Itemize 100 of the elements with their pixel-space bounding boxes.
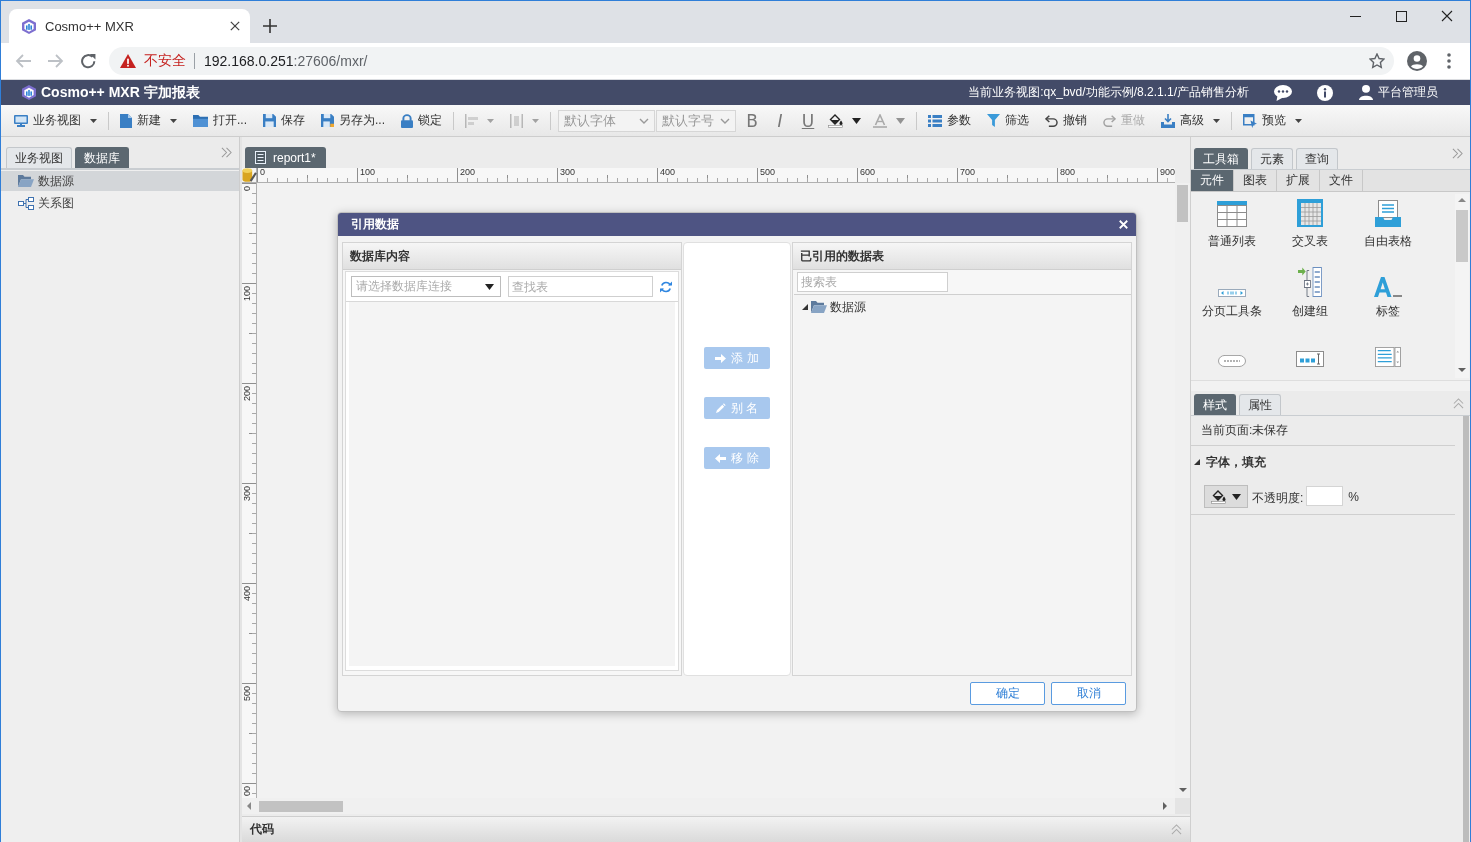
chevron-down-icon	[639, 117, 650, 124]
new-tab-icon[interactable]	[263, 19, 277, 33]
toolbox-item[interactable]: 普通列表	[1208, 195, 1256, 250]
scroll-left-icon[interactable]	[247, 802, 251, 810]
tree-item[interactable]: 关系图	[1, 193, 239, 213]
form-icon	[1375, 200, 1401, 227]
sub-tab[interactable]: 扩展	[1277, 170, 1320, 191]
preview-window-icon	[1243, 113, 1258, 128]
list-icon	[928, 114, 943, 127]
save-button[interactable]: 保存	[259, 108, 309, 133]
panel-tab[interactable]: 工具箱	[1194, 148, 1248, 169]
letter-a-icon	[1374, 277, 1402, 297]
expanded-icon[interactable]	[802, 304, 808, 310]
save-as-button[interactable]: 另存为...	[317, 108, 390, 133]
double-chevron-right-icon[interactable]	[221, 147, 232, 158]
database-icon	[241, 168, 257, 182]
double-chevron-right-icon[interactable]	[1452, 147, 1463, 159]
browser-tab[interactable]: Cosmo++ MXR	[9, 9, 250, 43]
panel-tab[interactable]: 查询	[1296, 148, 1338, 169]
toolbox-item[interactable]: 分页工具条	[1202, 265, 1262, 320]
lock-button[interactable]: 锁定	[397, 108, 447, 133]
horizontal-scrollbar[interactable]	[242, 798, 1175, 814]
more-icon[interactable]	[1447, 53, 1451, 69]
search-field[interactable]: 查找表	[508, 276, 653, 297]
toolbox-scrollbar[interactable]	[1455, 194, 1469, 378]
panel-tab[interactable]: 数据库	[75, 147, 129, 168]
monitor-icon	[14, 114, 28, 127]
panel-title: 代码	[250, 821, 274, 838]
minimize-icon[interactable]	[1349, 15, 1361, 17]
fill-color-button[interactable]	[1204, 485, 1248, 508]
sub-tab[interactable]: 元件	[1191, 170, 1234, 191]
parameters-button[interactable]: 参数	[924, 108, 976, 133]
paint-bucket-icon	[1211, 489, 1226, 504]
ruler-label: 200	[460, 168, 476, 177]
scrollbar-thumb[interactable]	[1177, 185, 1188, 222]
reload-icon[interactable]	[81, 53, 96, 69]
sub-tab[interactable]: 图表	[1234, 170, 1277, 191]
refresh-icon[interactable]	[660, 280, 672, 293]
scroll-down-icon[interactable]	[1458, 368, 1466, 372]
scrollbar-thumb[interactable]	[1456, 210, 1468, 262]
url-text: 192.168.0.251:27606/mxr/	[204, 53, 369, 69]
toolbox-item[interactable]: 自由表格	[1364, 195, 1412, 250]
scrollbar-thumb[interactable]	[259, 800, 343, 812]
maximize-icon[interactable]	[1395, 10, 1407, 22]
ruler-label: 100	[243, 286, 252, 302]
search-field[interactable]: 搜索表	[797, 272, 948, 292]
panel-tab[interactable]: 样式	[1194, 394, 1236, 415]
cancel-button[interactable]: 取消	[1051, 682, 1126, 705]
preview-button[interactable]: 预览	[1239, 108, 1307, 133]
chat-icon[interactable]	[1274, 84, 1292, 101]
document-tab[interactable]: report1*	[245, 147, 326, 168]
user-menu[interactable]: 平台管理员	[1359, 84, 1438, 101]
close-icon[interactable]	[1441, 10, 1453, 22]
bold-button[interactable]: B	[740, 108, 765, 133]
tree-item[interactable]: 数据源	[1, 171, 239, 191]
ruler-label: 400	[660, 168, 676, 177]
panel-tab[interactable]: 业务视图	[6, 147, 72, 168]
toolbox-item[interactable]: 创建组	[1292, 265, 1328, 320]
star-icon[interactable]	[1369, 53, 1385, 69]
scroll-up-icon[interactable]	[1458, 198, 1466, 202]
back-icon[interactable]	[15, 54, 31, 68]
scroll-down-icon[interactable]	[1178, 788, 1187, 792]
view-menu-button[interactable]: 业务视图	[10, 108, 101, 133]
sub-tab[interactable]: 文件	[1320, 170, 1363, 191]
expanded-icon[interactable]	[1194, 459, 1200, 465]
ruler-label: 700	[960, 168, 976, 177]
folder-icon	[811, 301, 827, 313]
undo-button[interactable]: 撤销	[1041, 108, 1092, 133]
forward-icon[interactable]	[48, 54, 64, 68]
vertical-scrollbar[interactable]	[1175, 183, 1190, 798]
ruler-label: 500	[243, 686, 252, 702]
ok-button[interactable]: 确定	[970, 682, 1045, 705]
panel-tab[interactable]: 元素	[1251, 148, 1293, 169]
scroll-right-icon[interactable]	[1163, 802, 1167, 810]
tree-item[interactable]: 数据源	[802, 299, 1131, 315]
redo-icon	[1103, 114, 1117, 127]
italic-button[interactable]: I	[768, 108, 793, 133]
panel-tab[interactable]: 属性	[1239, 394, 1281, 415]
group-icon	[1298, 267, 1322, 297]
opacity-input[interactable]	[1306, 486, 1344, 506]
info-icon[interactable]	[1317, 84, 1333, 101]
text-field-icon	[1296, 351, 1324, 367]
document-icon	[255, 151, 266, 164]
open-button[interactable]: 打开...	[189, 108, 251, 133]
text-area-icon	[1375, 347, 1401, 367]
new-button[interactable]: 新建	[116, 108, 181, 133]
account-icon[interactable]	[1407, 51, 1427, 71]
vertical-scrollbar[interactable]	[1463, 416, 1469, 842]
align-left-icon	[465, 113, 479, 128]
toolbox-item[interactable]: 标签	[1374, 265, 1402, 320]
close-icon[interactable]	[230, 21, 240, 31]
double-chevron-up-icon[interactable]	[1171, 824, 1182, 835]
logo-icon	[22, 18, 36, 34]
toolbox-item[interactable]: 交叉表	[1292, 195, 1328, 250]
double-chevron-up-icon[interactable]	[1453, 397, 1464, 409]
underline-button[interactable]: U	[796, 108, 821, 133]
filter-button[interactable]: 筛选	[983, 108, 1034, 133]
address-bar[interactable]: 不安全 192.168.0.251:27606/mxr/	[109, 47, 1394, 75]
tray-icon	[1161, 113, 1176, 128]
advanced-button[interactable]: 高级	[1157, 108, 1225, 133]
